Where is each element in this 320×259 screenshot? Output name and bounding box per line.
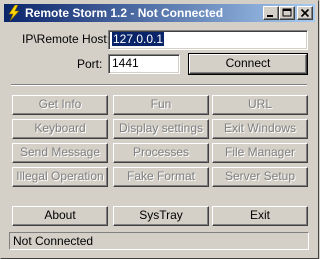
separator [11, 84, 307, 86]
maximize-icon [282, 8, 292, 17]
display-settings-button[interactable]: Display settings [113, 119, 209, 139]
app-window: Remote Storm 1.2 - Not Connected IP\Remo… [0, 0, 319, 259]
lightning-icon[interactable] [6, 4, 22, 22]
title-bar[interactable]: Remote Storm 1.2 - Not Connected [4, 4, 315, 22]
minimize-button[interactable] [263, 6, 279, 20]
keyboard-button[interactable]: Keyboard [12, 119, 108, 139]
fake-format-button[interactable]: Fake Format [113, 167, 209, 187]
host-input[interactable]: 127.0.0.1 [108, 30, 308, 50]
maximize-button[interactable] [279, 6, 295, 20]
send-message-button[interactable]: Send Message [12, 143, 108, 163]
window-title: Remote Storm 1.2 - Not Connected [25, 6, 224, 20]
host-label: IP\Remote Host: [22, 32, 111, 46]
illegal-operation-button[interactable]: Illegal Operation [12, 167, 108, 187]
fun-button[interactable]: Fun [113, 95, 209, 115]
port-input[interactable]: 1441 [108, 54, 180, 74]
systray-button[interactable]: SysTray [113, 206, 209, 226]
processes-button[interactable]: Processes [113, 143, 209, 163]
about-button[interactable]: About [12, 206, 108, 226]
port-input-value: 1441 [112, 56, 139, 70]
url-button[interactable]: URL [212, 95, 308, 115]
exit-windows-button[interactable]: Exit Windows [212, 119, 308, 139]
port-label: Port: [77, 57, 103, 71]
connect-button[interactable]: Connect [188, 53, 308, 75]
server-setup-button[interactable]: Server Setup [212, 167, 308, 187]
get-info-button[interactable]: Get Info [12, 95, 108, 115]
host-input-value: 127.0.0.1 [112, 32, 165, 46]
close-icon [300, 8, 310, 18]
status-bar: Not Connected [9, 232, 309, 250]
exit-button[interactable]: Exit [212, 206, 308, 226]
minimize-icon [267, 15, 273, 17]
file-manager-button[interactable]: File Manager [212, 143, 308, 163]
close-button[interactable] [297, 6, 313, 20]
